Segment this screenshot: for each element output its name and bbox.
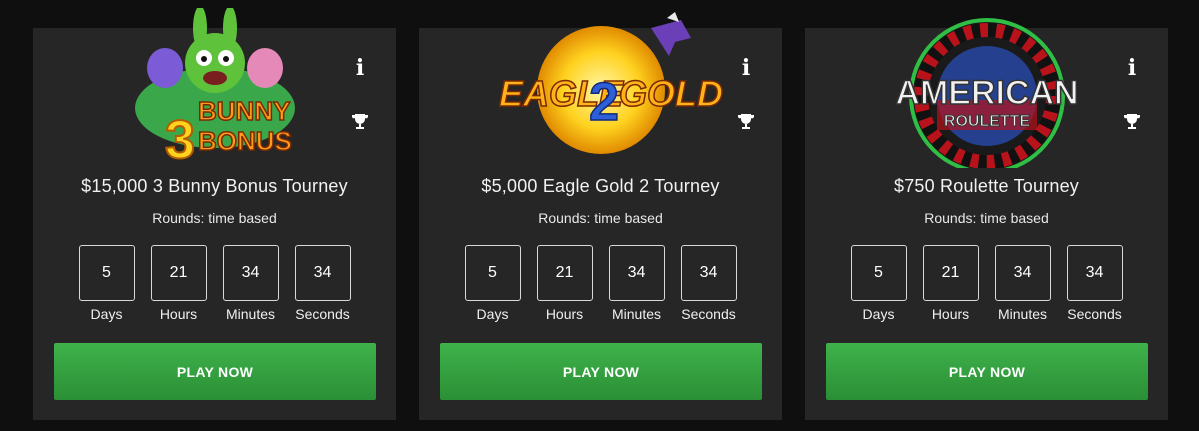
countdown-timer: 5 Days 21 Hours 34 Minutes 34 Seconds (33, 245, 396, 322)
countdown-label: Minutes (611, 306, 662, 322)
countdown-hours: 21 Hours (150, 245, 208, 322)
game-logo-eagle-gold-2[interactable]: EAGLE 2 GOLD (419, 8, 782, 168)
countdown-seconds: 34 Seconds (680, 245, 738, 322)
tournament-title: $750 Roulette Tourney (894, 176, 1079, 196)
tournament-card-american-roulette: AMERICAN ROULETTE i $750 Roulette Tourne… (805, 18, 1168, 420)
countdown-label: Seconds (1067, 306, 1122, 322)
countdown-value: 34 (994, 245, 1051, 301)
countdown-label: Minutes (997, 306, 1048, 322)
rounds-info: Rounds: time based (538, 210, 663, 226)
countdown-value: 5 (78, 245, 135, 301)
play-now-button[interactable]: PLAY NOW (826, 343, 1148, 400)
play-now-button[interactable]: PLAY NOW (440, 343, 762, 400)
countdown-label: Days (476, 306, 509, 322)
tournament-title: $5,000 Eagle Gold 2 Tourney (481, 176, 720, 196)
countdown-value: 21 (922, 245, 979, 301)
countdown-value: 34 (680, 245, 737, 301)
game-logo-3-bunny-bonus[interactable]: 3 BUNNY BONUS (33, 8, 396, 168)
countdown-label: Seconds (681, 306, 736, 322)
countdown-label: Days (90, 306, 123, 322)
logo-text-line3: GOLD (619, 73, 723, 114)
countdown-value: 21 (536, 245, 593, 301)
countdown-timer: 5 Days 21 Hours 34 Minutes 34 Seconds (419, 245, 782, 322)
countdown-value: 5 (464, 245, 521, 301)
game-logo-american-roulette[interactable]: AMERICAN ROULETTE (805, 8, 1168, 168)
logo-text-line1: AMERICAN (895, 74, 1078, 112)
countdown-label: Hours (545, 306, 584, 322)
countdown-label: Days (862, 306, 895, 322)
countdown-minutes: 34 Minutes (994, 245, 1052, 322)
countdown-value: 34 (608, 245, 665, 301)
countdown-label: Hours (931, 306, 970, 322)
countdown-seconds: 34 Seconds (1066, 245, 1124, 322)
logo-text-line2: ROULETTE (943, 113, 1030, 130)
tournament-card-3-bunny-bonus: 3 BUNNY BONUS i $15,000 3 Bunny Bonus To… (33, 8, 396, 420)
logo-text-digit: 3 (165, 110, 195, 168)
countdown-value: 34 (1066, 245, 1123, 301)
countdown-value: 21 (150, 245, 207, 301)
play-now-button[interactable]: PLAY NOW (54, 343, 376, 400)
countdown-label: Seconds (295, 306, 350, 322)
countdown-label: Hours (159, 306, 198, 322)
countdown-value: 34 (222, 245, 279, 301)
trophy-icon[interactable] (732, 108, 760, 136)
countdown-seconds: 34 Seconds (294, 245, 352, 322)
countdown-hours: 21 Hours (536, 245, 594, 322)
countdown-days: 5 Days (850, 245, 908, 322)
info-icon[interactable]: i (732, 54, 760, 82)
trophy-icon[interactable] (1118, 108, 1146, 136)
tournament-card-eagle-gold-2: EAGLE 2 GOLD i $5,000 Eagle Gold 2 Tourn… (419, 12, 782, 420)
countdown-minutes: 34 Minutes (608, 245, 666, 322)
countdown-days: 5 Days (78, 245, 136, 322)
countdown-minutes: 34 Minutes (222, 245, 280, 322)
tournament-list: 3 BUNNY BONUS i $15,000 3 Bunny Bonus To… (33, 8, 1168, 420)
countdown-label: Minutes (225, 306, 276, 322)
countdown-days: 5 Days (464, 245, 522, 322)
countdown-hours: 21 Hours (922, 245, 980, 322)
tournament-title: $15,000 3 Bunny Bonus Tourney (81, 176, 348, 196)
rounds-info: Rounds: time based (152, 210, 277, 226)
info-icon[interactable]: i (1118, 54, 1146, 82)
info-icon[interactable]: i (346, 54, 374, 82)
countdown-timer: 5 Days 21 Hours 34 Minutes 34 Seconds (805, 245, 1168, 322)
trophy-icon[interactable] (346, 108, 374, 136)
logo-text-line3: BONUS (198, 126, 292, 156)
logo-text-digit: 2 (589, 72, 619, 132)
logo-text-line2: BUNNY (198, 96, 290, 126)
countdown-value: 34 (294, 245, 351, 301)
rounds-info: Rounds: time based (924, 210, 1049, 226)
countdown-value: 5 (850, 245, 907, 301)
